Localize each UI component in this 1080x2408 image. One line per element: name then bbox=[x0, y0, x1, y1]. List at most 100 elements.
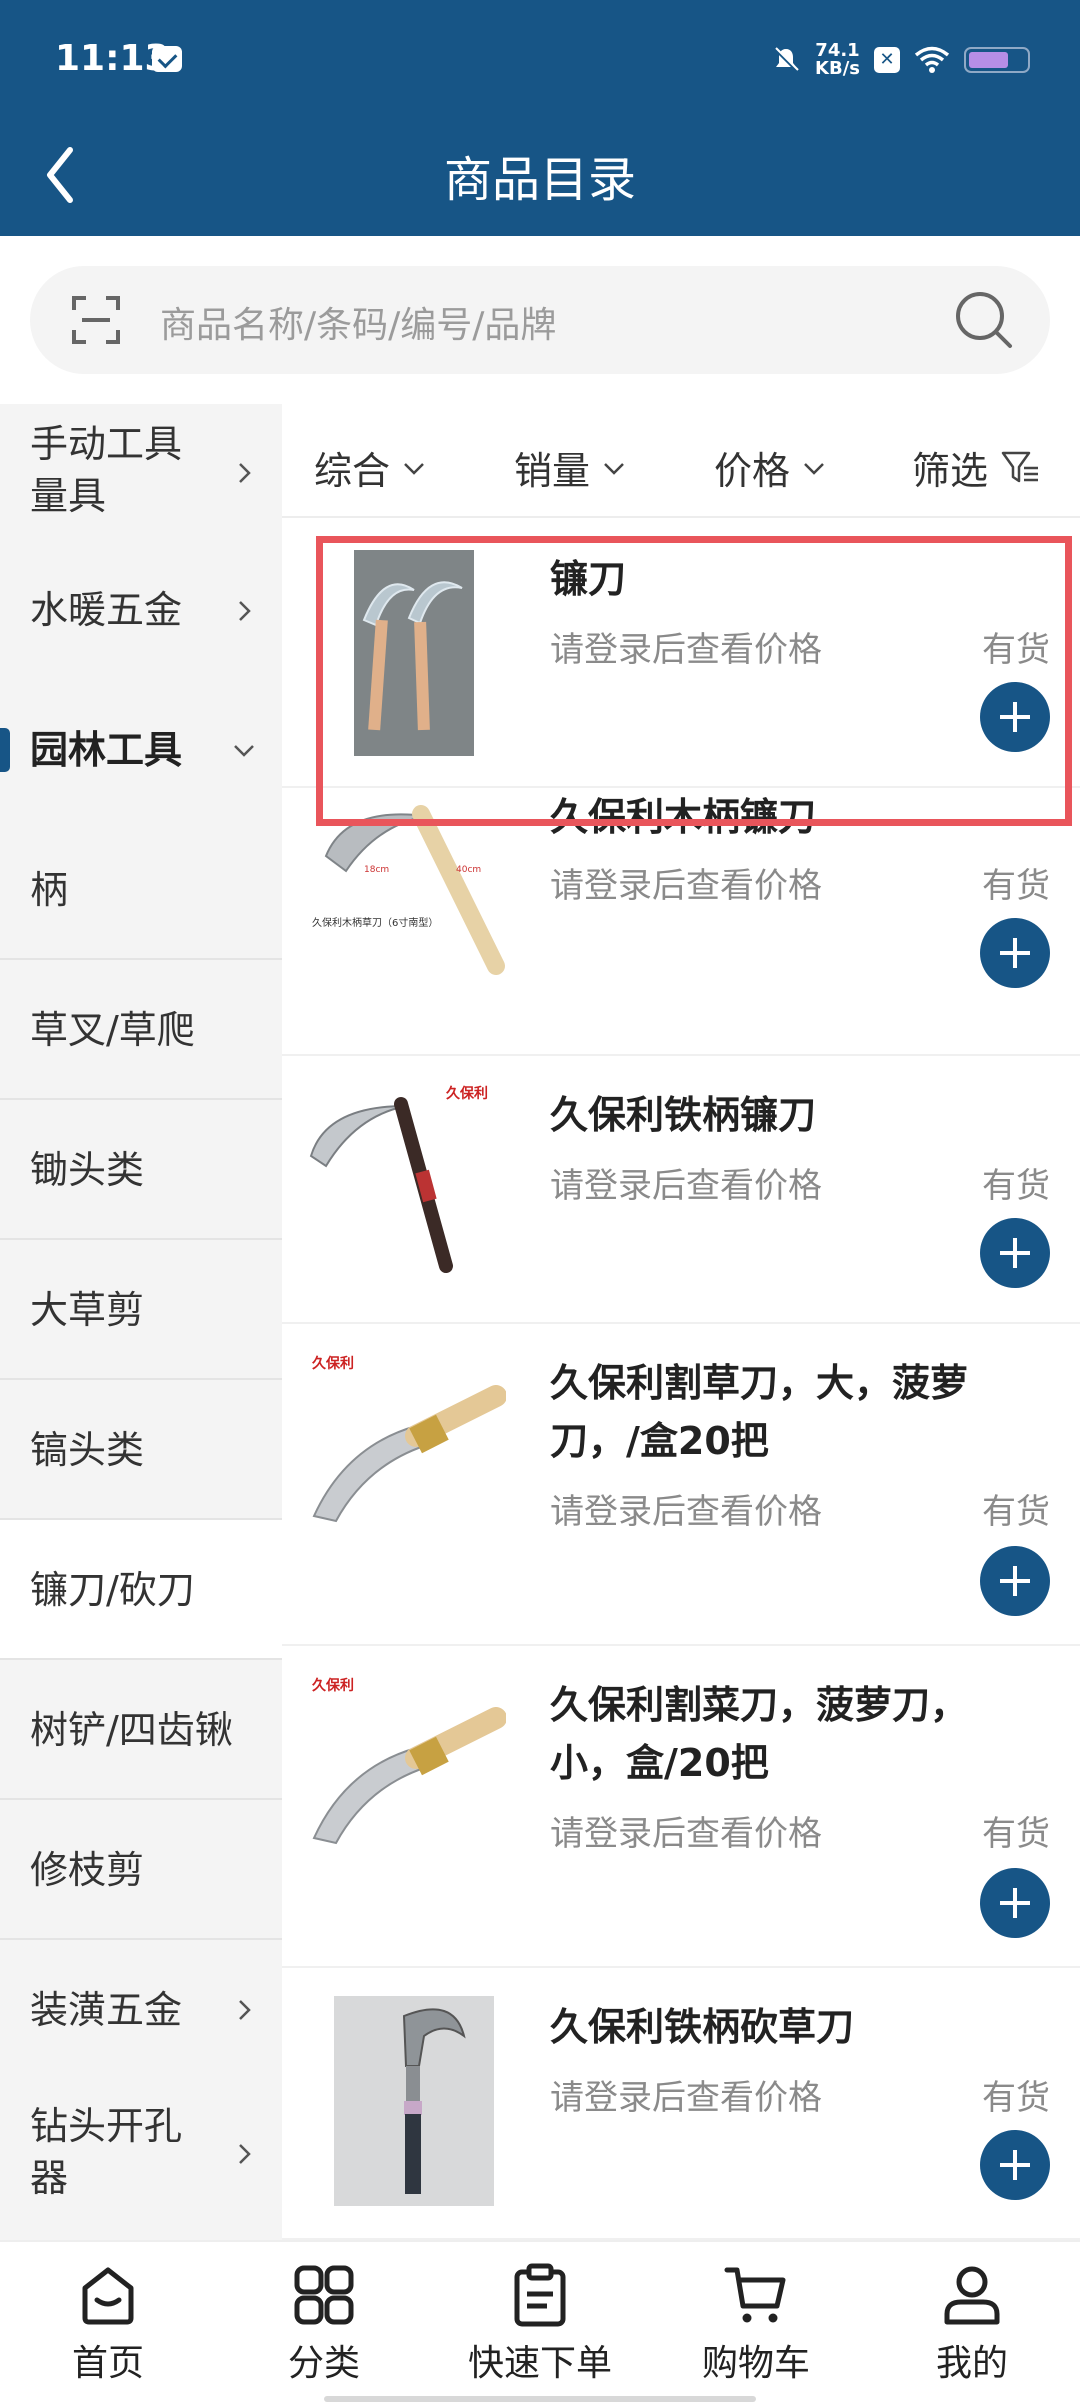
sidebar-item-label: 镐头类 bbox=[30, 1428, 145, 1472]
sort-comprehensive[interactable]: 综合 bbox=[314, 440, 426, 495]
sidebar-subitem-spade[interactable]: 树铲/四齿锹 bbox=[0, 1660, 282, 1800]
product-card[interactable]: 久保利 久保利割草刀，大，菠萝刀，/盒20把 请登录后查看价格 有货 bbox=[282, 1324, 1080, 1646]
product-card[interactable]: 18cm 40cm 久保利木柄草刀（6寸南型） 久保利木柄镰刀 请登录后查看价格… bbox=[282, 788, 1080, 1056]
vegetable-knife-illustration: 久保利 bbox=[306, 1668, 506, 1888]
sidebar-item-plumbing[interactable]: 水暖五金 bbox=[0, 542, 282, 680]
sidebar-item-label: 柄 bbox=[30, 868, 69, 912]
product-image: 久保利 bbox=[306, 1668, 506, 1888]
status-icons: 74.1 KB/s ✕ bbox=[771, 40, 1030, 80]
stock-status: 有货 bbox=[982, 1492, 1050, 1532]
sidebar-item-decoration-hardware[interactable]: 装潢五金 bbox=[0, 1940, 282, 2080]
sidebar-item-label: 装潢五金 bbox=[30, 1988, 183, 2032]
tab-home[interactable]: 首页 bbox=[0, 2262, 216, 2386]
product-name: 久保利割菜刀，菠萝刀，小，盒/20把 bbox=[550, 1683, 969, 1785]
tab-label: 购物车 bbox=[701, 2343, 810, 2384]
product-price: 请登录后查看价格 bbox=[550, 866, 822, 906]
tab-category[interactable]: 分类 bbox=[216, 2262, 432, 2386]
active-indicator bbox=[0, 728, 10, 772]
tab-label: 我的 bbox=[935, 2343, 1008, 2384]
battery-icon bbox=[964, 47, 1030, 73]
sidebar-item-hand-tools[interactable]: 手动工具 量具 bbox=[0, 404, 282, 542]
sort-price[interactable]: 价格 bbox=[714, 440, 826, 495]
sidebar-subitem-hoe[interactable]: 锄头类 bbox=[0, 1100, 282, 1240]
sidebar-subitem-pruner[interactable]: 修枝剪 bbox=[0, 1800, 282, 1940]
sidebar-subitem-sickle-machete[interactable]: 镰刀/砍刀 bbox=[0, 1520, 282, 1660]
stock-status: 有货 bbox=[982, 2078, 1050, 2118]
sidebar-subitem-handle[interactable]: 柄 bbox=[0, 820, 282, 960]
image-caption: 久保利木柄草刀（6寸南型） bbox=[312, 916, 438, 929]
chevron-down-icon bbox=[604, 462, 624, 475]
product-card[interactable]: 久保利 久保利割菜刀，菠萝刀，小，盒/20把 请登录后查看价格 有货 bbox=[282, 1646, 1080, 1968]
network-speed: 74.1 KB/s bbox=[815, 42, 860, 78]
tab-cart[interactable]: 购物车 bbox=[648, 2262, 864, 2386]
chevron-right-icon bbox=[239, 2144, 251, 2164]
sidebar-item-label: 锄头类 bbox=[30, 1148, 145, 1192]
sidebar-item-label: 钻头开孔 器 bbox=[30, 2104, 183, 2200]
sidebar-item-garden-tools[interactable]: 园林工具 bbox=[0, 680, 282, 820]
tab-label: 快速下单 bbox=[467, 2343, 612, 2384]
add-to-cart-button[interactable] bbox=[980, 1218, 1050, 1288]
search-placeholder: 商品名称/条码/编号/品牌 bbox=[160, 305, 557, 346]
product-price: 请登录后查看价格 bbox=[550, 1814, 822, 1854]
sidebar-subitem-shears[interactable]: 大草剪 bbox=[0, 1240, 282, 1380]
iron-chopper-illustration bbox=[334, 1996, 494, 2206]
sidebar-item-label: 园林工具 bbox=[30, 728, 183, 772]
product-card[interactable]: 久保利铁柄砍草刀 请登录后查看价格 有货 bbox=[282, 1968, 1080, 2240]
filter-button[interactable]: 筛选 bbox=[912, 440, 1040, 495]
wooden-sickle-illustration: 18cm 40cm 久保利木柄草刀（6寸南型） bbox=[306, 796, 506, 1016]
net-speed-unit: KB/s bbox=[815, 58, 860, 79]
sort-label: 综合 bbox=[314, 449, 391, 493]
add-to-cart-button[interactable] bbox=[980, 1546, 1050, 1616]
add-to-cart-button[interactable] bbox=[980, 1868, 1050, 1938]
product-image: 久保利 bbox=[306, 1346, 506, 1566]
product-image: 久保利 bbox=[306, 1076, 506, 1296]
tab-label: 分类 bbox=[287, 2343, 360, 2384]
wifi-icon bbox=[914, 46, 950, 73]
cart-icon bbox=[724, 2267, 786, 2323]
sidebar-subitem-fork-rake[interactable]: 草叉/草爬 bbox=[0, 960, 282, 1100]
battery-fill bbox=[969, 52, 1008, 68]
add-to-cart-button[interactable] bbox=[980, 918, 1050, 988]
stock-status: 有货 bbox=[982, 1814, 1050, 1854]
selection-highlight-box bbox=[316, 536, 1072, 826]
filter-icon bbox=[1001, 451, 1039, 482]
sort-sales[interactable]: 销量 bbox=[514, 440, 626, 495]
chevron-down-icon bbox=[404, 462, 424, 475]
product-name: 久保利铁柄镰刀 bbox=[550, 1093, 817, 1137]
tab-quick-order[interactable]: 快速下单 bbox=[432, 2262, 648, 2386]
search-input[interactable]: 商品名称/条码/编号/品牌 bbox=[30, 266, 1050, 374]
product-card[interactable]: 久保利 久保利铁柄镰刀 请登录后查看价格 有货 bbox=[282, 1056, 1080, 1324]
sidebar-item-label: 修枝剪 bbox=[30, 1848, 145, 1892]
scan-icon[interactable] bbox=[70, 294, 122, 346]
message-notification-icon bbox=[152, 46, 182, 72]
page-title: 商品目录 bbox=[443, 152, 636, 208]
chevron-down-icon bbox=[234, 745, 254, 757]
sidebar-item-drill-bits[interactable]: 钻头开孔 器 bbox=[0, 2080, 282, 2240]
tab-mine[interactable]: 我的 bbox=[864, 2262, 1080, 2386]
search-icon[interactable] bbox=[952, 288, 1016, 352]
add-to-cart-button[interactable] bbox=[980, 2130, 1050, 2200]
product-price: 请登录后查看价格 bbox=[550, 1166, 822, 1206]
mute-bell-icon bbox=[773, 47, 799, 73]
sidebar-item-label: 镰刀/砍刀 bbox=[30, 1568, 195, 1612]
product-image bbox=[334, 1996, 494, 2216]
x-app-icon: ✕ bbox=[874, 47, 900, 73]
sidebar-subitem-pickaxe[interactable]: 镐头类 bbox=[0, 1380, 282, 1520]
chevron-right-icon bbox=[239, 601, 251, 621]
product-price: 请登录后查看价格 bbox=[550, 1492, 822, 1532]
chevron-down-icon bbox=[804, 462, 824, 475]
sidebar-item-label: 水暖五金 bbox=[30, 588, 183, 632]
product-price: 请登录后查看价格 bbox=[550, 2078, 822, 2118]
sort-label: 价格 bbox=[714, 449, 791, 493]
svg-text:40cm: 40cm bbox=[456, 865, 481, 875]
stock-status: 有货 bbox=[982, 1166, 1050, 1206]
image-brand: 久保利 bbox=[445, 1085, 488, 1102]
sidebar-item-label: 树铲/四齿锹 bbox=[30, 1708, 233, 1752]
header-bar: 11:13 74.1 KB/s ✕ 商品目录 bbox=[0, 0, 1080, 236]
home-icon bbox=[82, 2267, 134, 2325]
sort-label: 销量 bbox=[514, 449, 591, 493]
category-sidebar: 手动工具 量具 水暖五金 园林工具 柄 草叉/草爬 锄头类 大草剪 镐头类 镰刀… bbox=[0, 404, 282, 2240]
sort-filter-bar: 综合 销量 价格 筛选 bbox=[282, 404, 1080, 518]
chevron-right-icon bbox=[239, 463, 251, 483]
product-name: 久保利铁柄砍草刀 bbox=[550, 2005, 855, 2049]
